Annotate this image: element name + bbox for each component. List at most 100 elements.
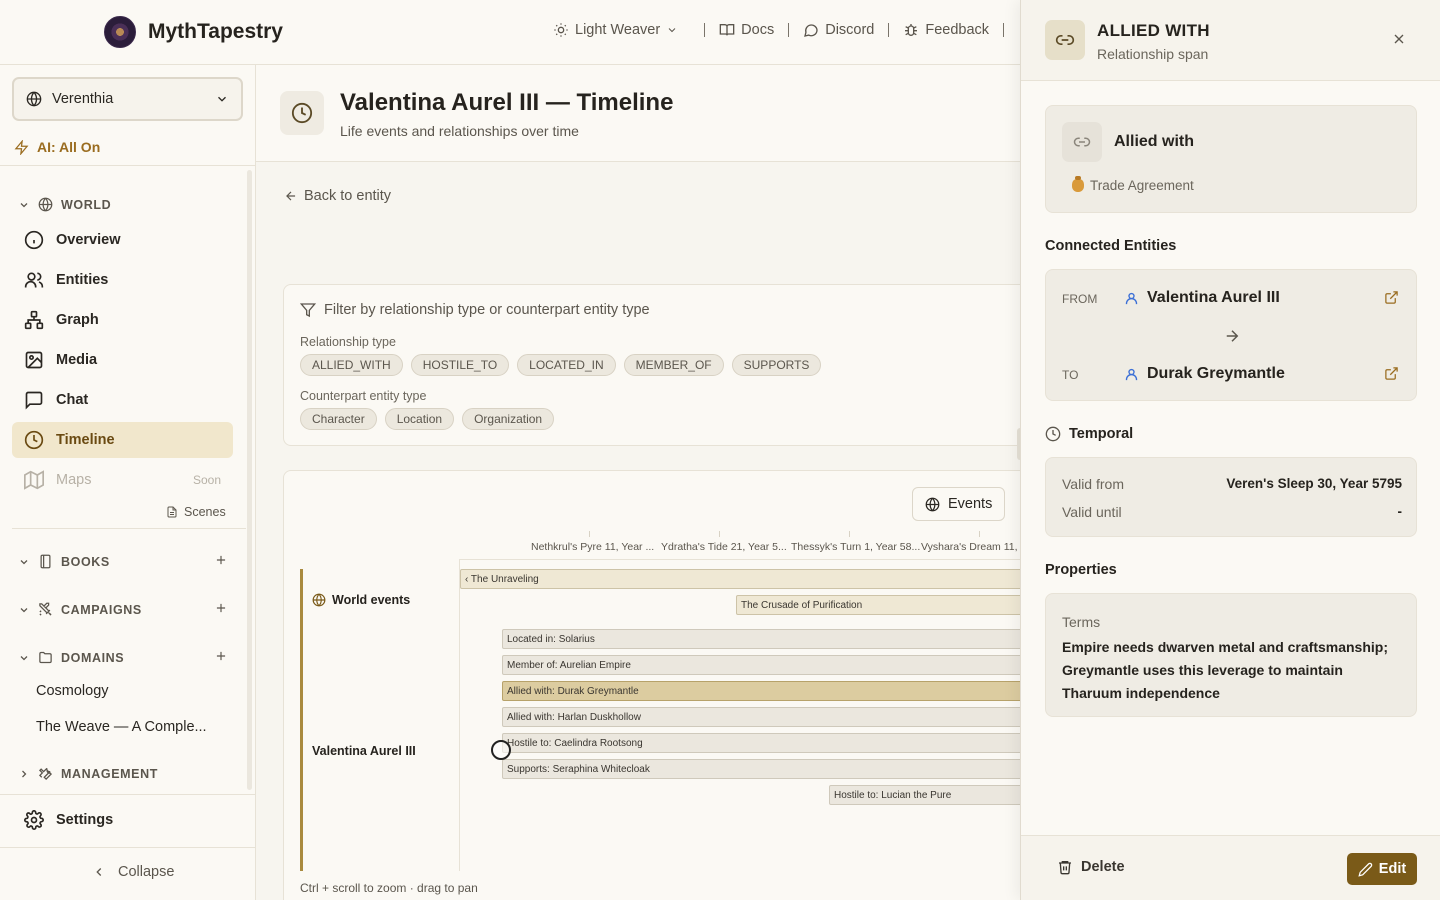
sidebar-item-entities[interactable]: Entities <box>12 262 233 298</box>
section-label: WORLD <box>61 197 112 212</box>
relationship-bar[interactable]: Hostile to: Lucian the Pure <box>829 785 1042 805</box>
user-icon <box>1125 292 1138 304</box>
sidebar-item-media[interactable]: Media <box>12 342 233 378</box>
events-toggle-button[interactable]: Events <box>912 487 1006 521</box>
plus-icon[interactable] <box>214 553 228 567</box>
section-world[interactable]: WORLD <box>18 197 111 212</box>
sidebar-item-timeline[interactable]: Timeline <box>12 422 233 458</box>
scenes-link[interactable]: Scenes <box>166 505 226 519</box>
soon-badge: Soon <box>192 473 221 487</box>
brand[interactable]: MythTapestry <box>104 16 283 48</box>
valid-from-value: Veren's Sleep 30, Year 5795 <box>1226 476 1402 491</box>
page-subtitle: Life events and relationships over time <box>340 123 579 139</box>
ai-status-toggle[interactable]: AI: All On <box>14 139 100 155</box>
relationship-bar[interactable]: Allied with: Harlan Duskhollow <box>502 707 1042 727</box>
world-event-bar[interactable]: ‹ The Unraveling <box>460 569 1042 589</box>
sidebar-scrollbar[interactable] <box>247 170 252 790</box>
section-books[interactable]: BOOKS <box>18 554 226 569</box>
link-icon <box>1055 35 1075 45</box>
feedback-link[interactable]: Feedback <box>903 22 989 38</box>
world-selector[interactable]: Verenthia <box>12 77 243 121</box>
page-title: Valentina Aurel III — Timeline <box>340 89 674 116</box>
section-campaigns[interactable]: CAMPAIGNS <box>18 602 226 617</box>
sidebar-item-overview[interactable]: Overview <box>12 222 233 258</box>
temporal-heading-label: Temporal <box>1069 426 1134 442</box>
close-icon[interactable] <box>1391 31 1407 47</box>
chip-member-of[interactable]: MEMBER_OF <box>623 354 724 376</box>
relationship-bar[interactable]: Located in: Solarius <box>502 629 1042 649</box>
feedback-label: Feedback <box>925 22 990 38</box>
book-icon <box>40 554 51 569</box>
nav-divider <box>704 23 706 37</box>
valid-until-row: Valid until - <box>1062 504 1402 520</box>
delete-label: Delete <box>1081 859 1125 875</box>
chip-allied-with[interactable]: ALLIED_WITH <box>300 354 403 376</box>
back-to-entity-link[interactable]: Back to entity <box>284 188 391 204</box>
settings-link[interactable]: Settings <box>24 810 113 830</box>
counterpart-type-chips: Character Location Organization <box>300 408 555 430</box>
pencil-icon <box>1358 862 1373 877</box>
scenes-label: Scenes <box>184 505 226 519</box>
section-label: CAMPAIGNS <box>61 602 142 617</box>
axis-label: Vyshara's Dream 11, Ye <box>921 541 1033 553</box>
delete-button[interactable]: Delete <box>1057 859 1125 875</box>
globe-icon <box>38 197 53 212</box>
connected-entities-heading: Connected Entities <box>1045 238 1177 254</box>
section-label: MANAGEMENT <box>61 766 158 781</box>
axis-label: Nethkrul's Pyre 11, Year ... <box>531 541 655 553</box>
panel-subtitle: Relationship span <box>1097 46 1209 62</box>
chip-hostile-to[interactable]: HOSTILE_TO <box>410 354 510 376</box>
money-bag-icon <box>1072 176 1084 192</box>
plus-icon[interactable] <box>214 601 228 615</box>
valid-until-value: - <box>1397 504 1403 519</box>
from-entity[interactable]: Valentina Aurel III <box>1124 289 1280 307</box>
section-domains[interactable]: DOMAINS <box>18 650 226 665</box>
chip-location[interactable]: Location <box>384 408 455 430</box>
collapse-button[interactable]: Collapse <box>92 864 174 880</box>
section-label: BOOKS <box>61 554 110 569</box>
theme-selector[interactable]: Light Weaver <box>553 22 678 38</box>
app-logo <box>104 16 136 48</box>
theme-label: Light Weaver <box>575 22 661 38</box>
chevron-down-icon <box>20 202 28 207</box>
image-icon <box>25 351 43 369</box>
sidebar-item-label: Media <box>56 352 98 368</box>
sidebar-item-graph[interactable]: Graph <box>12 302 233 338</box>
docs-link[interactable]: Docs <box>719 22 774 38</box>
filter-heading: Filter by relationship type or counterpa… <box>300 302 650 318</box>
edit-button[interactable]: Edit <box>1347 853 1417 885</box>
discord-label: Discord <box>825 22 875 38</box>
clock-icon <box>1045 426 1061 442</box>
chip-organization[interactable]: Organization <box>462 408 555 430</box>
relationship-bar[interactable]: Member of: Aurelian Empire <box>502 655 1042 675</box>
sidebar-item-chat[interactable]: Chat <box>12 382 233 418</box>
filter-heading-label: Filter by relationship type or counterpa… <box>324 302 650 318</box>
section-management[interactable]: MANAGEMENT <box>18 766 158 781</box>
globe-icon <box>312 593 326 607</box>
relationship-bar[interactable]: Supports: Seraphina Whitecloak <box>502 759 1042 779</box>
counterpart-type-label: Counterpart entity type <box>300 389 427 403</box>
to-entity[interactable]: Durak Greymantle <box>1124 365 1285 383</box>
link-badge <box>1062 122 1102 162</box>
relationship-summary-card: Allied with Trade Agreement <box>1045 105 1417 213</box>
globe-icon <box>26 91 42 107</box>
timeline-card[interactable]: Events Nethkrul's Pyre 11, Year ... Ydra… <box>283 470 1043 900</box>
relationship-bar[interactable]: Hostile to: Caelindra Rootsong <box>502 733 1042 753</box>
info-icon <box>24 230 44 250</box>
chip-supports[interactable]: SUPPORTS <box>731 354 822 376</box>
domain-item-weave[interactable]: The Weave — A Comple... <box>36 719 207 735</box>
plus-icon[interactable] <box>214 649 228 663</box>
discord-link[interactable]: Discord <box>803 22 874 38</box>
valid-from-label: Valid from <box>1062 476 1124 492</box>
domain-item-cosmology[interactable]: Cosmology <box>36 683 109 699</box>
chip-character[interactable]: Character <box>300 408 377 430</box>
top-bar: MythTapestry Light Weaver Docs Discord F… <box>0 0 1020 65</box>
relationship-bar-selected[interactable]: Allied with: Durak Greymantle <box>502 681 1042 701</box>
relationship-meta: Trade Agreement <box>1072 176 1194 193</box>
panel-header: ALLIED WITH Relationship span <box>1021 0 1440 81</box>
external-link-icon[interactable] <box>1384 366 1399 381</box>
external-link-icon[interactable] <box>1384 290 1399 305</box>
chip-located-in[interactable]: LOCATED_IN <box>517 354 616 376</box>
lane-label: World events <box>332 593 411 607</box>
world-event-bar[interactable]: The Crusade of Purification <box>736 595 1042 615</box>
